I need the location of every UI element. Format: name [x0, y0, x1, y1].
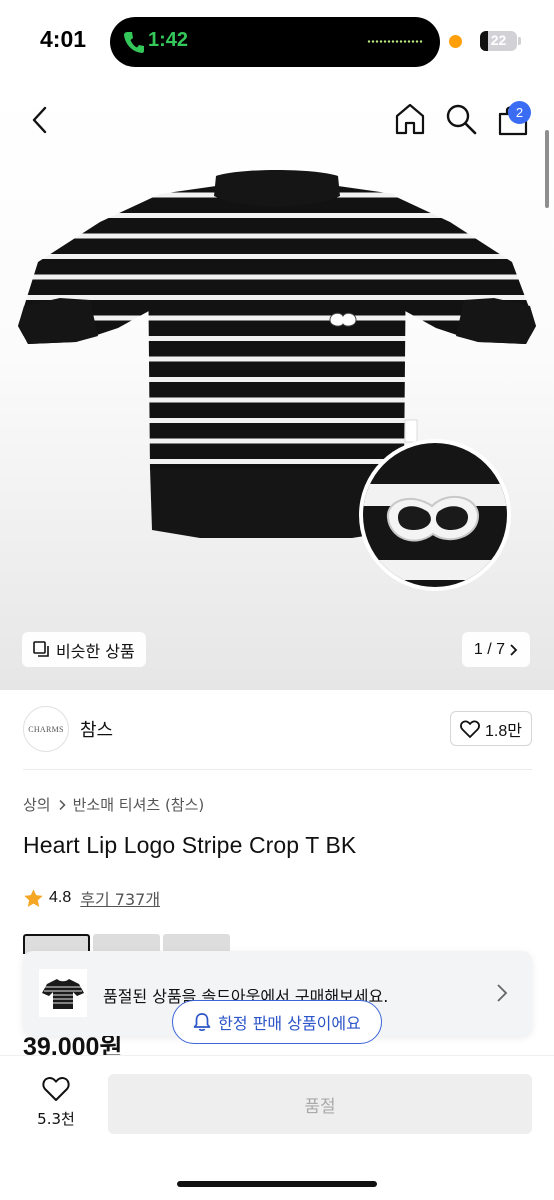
- limited-sale-label: 한정 판매 상품이에요: [218, 1014, 361, 1033]
- call-timer: 1:42: [148, 29, 189, 51]
- cart-count-badge: 2: [508, 101, 531, 124]
- image-page-indicator[interactable]: 1 / 7: [462, 632, 530, 667]
- chevron-right-icon: [59, 799, 66, 810]
- scrollbar[interactable]: [545, 130, 549, 208]
- similar-products-label: 비슷한 상품: [56, 641, 135, 661]
- recording-dot-icon: [449, 35, 462, 48]
- battery-tip: [518, 37, 521, 45]
- divider: [23, 769, 532, 770]
- page-indicator-text: 1 / 7: [473, 640, 506, 658]
- chevron-right-icon: [497, 984, 508, 1002]
- battery-icon: 22: [480, 31, 517, 51]
- audio-wave-icon: [367, 40, 423, 43]
- product-thumbnail: [39, 969, 87, 1017]
- status-time: 4:01: [40, 26, 87, 52]
- review-count-link[interactable]: 후기 737개: [80, 886, 160, 910]
- chevron-right-icon: [510, 643, 518, 656]
- chevron-left-icon[interactable]: [28, 104, 52, 136]
- breadcrumb-item-category[interactable]: 상의: [23, 794, 51, 815]
- battery-percent: 22: [490, 32, 507, 48]
- similar-products-button[interactable]: 비슷한 상품: [22, 632, 146, 667]
- brand-name[interactable]: 참스: [80, 716, 113, 742]
- status-bar: 4:01 1:42 22: [0, 0, 554, 84]
- heart-icon: [460, 720, 480, 738]
- soldout-button-label: 품절: [304, 1096, 336, 1117]
- heart-icon: [42, 1077, 70, 1101]
- copy-icon: [33, 641, 49, 657]
- breadcrumb: 상의 반소매 티셔츠 (참스): [23, 794, 204, 815]
- home-icon[interactable]: [393, 101, 427, 137]
- breadcrumb-item-subcategory[interactable]: 반소매 티셔츠 (참스): [73, 794, 205, 815]
- rating-value: 4.8: [49, 889, 72, 906]
- product-image[interactable]: [0, 84, 554, 604]
- wishlist-count: 5.3천: [37, 1110, 75, 1128]
- bell-icon: [193, 1013, 211, 1032]
- brand-like-button[interactable]: 1.8만: [450, 711, 532, 746]
- limited-sale-notice[interactable]: 한정 판매 상품이에요: [172, 1000, 382, 1044]
- brand-like-count: 1.8만: [485, 722, 522, 740]
- phone-call-icon: [124, 32, 144, 53]
- brand-logo[interactable]: CHARMS: [23, 706, 69, 752]
- product-title: Heart Lip Logo Stripe Crop T BK: [23, 832, 357, 858]
- search-icon[interactable]: [444, 102, 478, 136]
- star-icon: [24, 888, 43, 907]
- soldout-button[interactable]: 품절: [108, 1074, 532, 1134]
- wishlist-button[interactable]: 5.3천: [28, 1073, 84, 1133]
- home-indicator[interactable]: [177, 1181, 377, 1187]
- brand-logo-text: CHARMS: [28, 724, 64, 734]
- product-rating[interactable]: 4.8 후기 737개: [23, 886, 160, 910]
